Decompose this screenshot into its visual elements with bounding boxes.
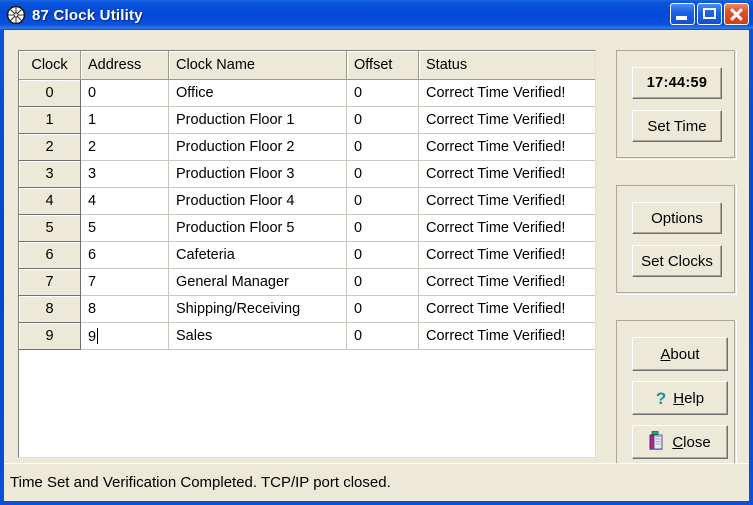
cell-address[interactable]: 8 [80,295,169,323]
table-row[interactable]: 2 2 Production Floor 2 0 Correct Time Verifi… [19,133,595,161]
cell-address[interactable]: 1 [80,106,169,134]
cell-clock[interactable]: 5 [19,214,81,242]
cell-name[interactable]: Production Floor 5 [168,214,347,242]
cell-clock[interactable]: 0 [19,79,81,107]
cell-name[interactable]: Production Floor 4 [168,187,347,215]
cell-address[interactable]: 7 [80,268,169,296]
cell-name[interactable]: General Manager [168,268,347,296]
cell-address[interactable]: 3 [80,160,169,188]
column-header-address[interactable]: Address [80,51,169,80]
column-header-status[interactable]: Status [418,51,595,80]
cell-status[interactable]: Correct Time Verified! [418,241,595,269]
close-window-button[interactable] [724,3,749,25]
status-bar: Time Set and Verification Completed. TCP… [4,463,749,501]
table-row[interactable]: 8 8 Shipping/Receiving 0 Correct Time Verifi… [19,295,595,323]
client-area: Clock Address Clock Name Offset Status 0… [4,30,749,501]
close-button[interactable]: Close [632,425,728,459]
window-title: 87 Clock Utility [32,6,143,24]
table-body: 0 0 Office 0 Correct Time Verified! 1 1 Product… [19,79,595,350]
status-message: Time Set and Verification Completed. TCP… [10,474,391,491]
cell-address[interactable]: 0 [80,79,169,107]
cell-clock[interactable]: 6 [19,241,81,269]
table-row[interactable]: 0 0 Office 0 Correct Time Verified! [19,79,595,107]
help-button[interactable]: ? Help [632,381,728,415]
set-time-button[interactable]: Set Time [632,110,722,142]
window-controls [670,3,749,25]
cell-address[interactable]: 2 [80,133,169,161]
cell-address[interactable]: 4 [80,187,169,215]
about-button-label: About [660,345,700,363]
text-caret [97,327,99,344]
cell-name[interactable]: Production Floor 3 [168,160,347,188]
cell-name[interactable]: Production Floor 1 [168,106,347,134]
cell-offset[interactable]: 0 [346,79,419,107]
clock-icon [6,5,26,25]
table-row[interactable]: 9 9 Sales 0 Correct Time Verified! [19,322,595,350]
cell-offset[interactable]: 0 [346,106,419,134]
header-row: Clock Address Clock Name Offset Status [19,51,595,80]
cell-clock[interactable]: 8 [19,295,81,323]
cell-status[interactable]: Correct Time Verified! [418,79,595,107]
maximize-icon [703,8,716,19]
cell-name[interactable]: Shipping/Receiving [168,295,347,323]
title-bar[interactable]: 87 Clock Utility [0,0,753,30]
cell-offset[interactable]: 0 [346,214,419,242]
cell-address[interactable]: 5 [80,214,169,242]
question-mark-icon: ? [655,388,667,408]
cell-offset[interactable]: 0 [346,187,419,215]
cell-status[interactable]: Correct Time Verified! [418,133,595,161]
minimize-icon [676,16,687,20]
cell-offset[interactable]: 0 [346,241,419,269]
table-row[interactable]: 4 4 Production Floor 4 0 Correct Time Verifi… [19,187,595,215]
clock-table: Clock Address Clock Name Offset Status 0… [19,51,595,350]
clock-readout: 17:44:59 [632,67,722,99]
table-row[interactable]: 1 1 Production Floor 1 0 Correct Time Verifi… [19,106,595,134]
cell-clock[interactable]: 4 [19,187,81,215]
cell-status[interactable]: Correct Time Verified! [418,160,595,188]
cell-name[interactable]: Office [168,79,347,107]
table-row[interactable]: 3 3 Production Floor 3 0 Correct Time Verifi… [19,160,595,188]
cell-status[interactable]: Correct Time Verified! [418,268,595,296]
cell-name[interactable]: Production Floor 2 [168,133,347,161]
cell-offset[interactable]: 0 [346,133,419,161]
options-button[interactable]: Options [632,202,722,234]
column-header-offset[interactable]: Offset [346,51,419,80]
cell-status[interactable]: Correct Time Verified! [418,187,595,215]
maximize-button[interactable] [697,3,722,25]
exit-door-icon [649,430,665,454]
cell-address[interactable]: 9 [80,322,169,350]
minimize-button[interactable] [670,3,695,25]
application-window: 87 Clock Utility Clock Address Clock Nam… [0,0,753,505]
about-button[interactable]: About [632,337,728,371]
table-row[interactable]: 7 7 General Manager 0 Correct Time Verified! [19,268,595,296]
help-button-label: Help [673,389,705,407]
close-button-label: Close [672,433,711,451]
cell-status[interactable]: Correct Time Verified! [418,106,595,134]
cell-offset[interactable]: 0 [346,160,419,188]
cell-offset[interactable]: 0 [346,322,419,350]
cell-name[interactable]: Sales [168,322,347,350]
table-header: Clock Address Clock Name Offset Status [19,51,595,80]
column-header-clock[interactable]: Clock [19,51,81,80]
cell-status[interactable]: Correct Time Verified! [418,322,595,350]
cell-clock[interactable]: 9 [19,322,81,350]
cell-clock[interactable]: 7 [19,268,81,296]
cell-offset[interactable]: 0 [346,295,419,323]
cell-status[interactable]: Correct Time Verified! [418,295,595,323]
cell-address[interactable]: 6 [80,241,169,269]
cell-clock[interactable]: 3 [19,160,81,188]
table-row[interactable]: 5 5 Production Floor 5 0 Correct Time Verifi… [19,214,595,242]
cell-name[interactable]: Cafeteria [168,241,347,269]
set-clocks-button[interactable]: Set Clocks [632,245,722,277]
cell-offset[interactable]: 0 [346,268,419,296]
table-row[interactable]: 6 6 Cafeteria 0 Correct Time Verified! [19,241,595,269]
column-header-name[interactable]: Clock Name [168,51,347,80]
cell-status[interactable]: Correct Time Verified! [418,214,595,242]
cell-clock[interactable]: 1 [19,106,81,134]
clock-grid[interactable]: Clock Address Clock Name Offset Status 0… [18,50,596,458]
cell-clock[interactable]: 2 [19,133,81,161]
